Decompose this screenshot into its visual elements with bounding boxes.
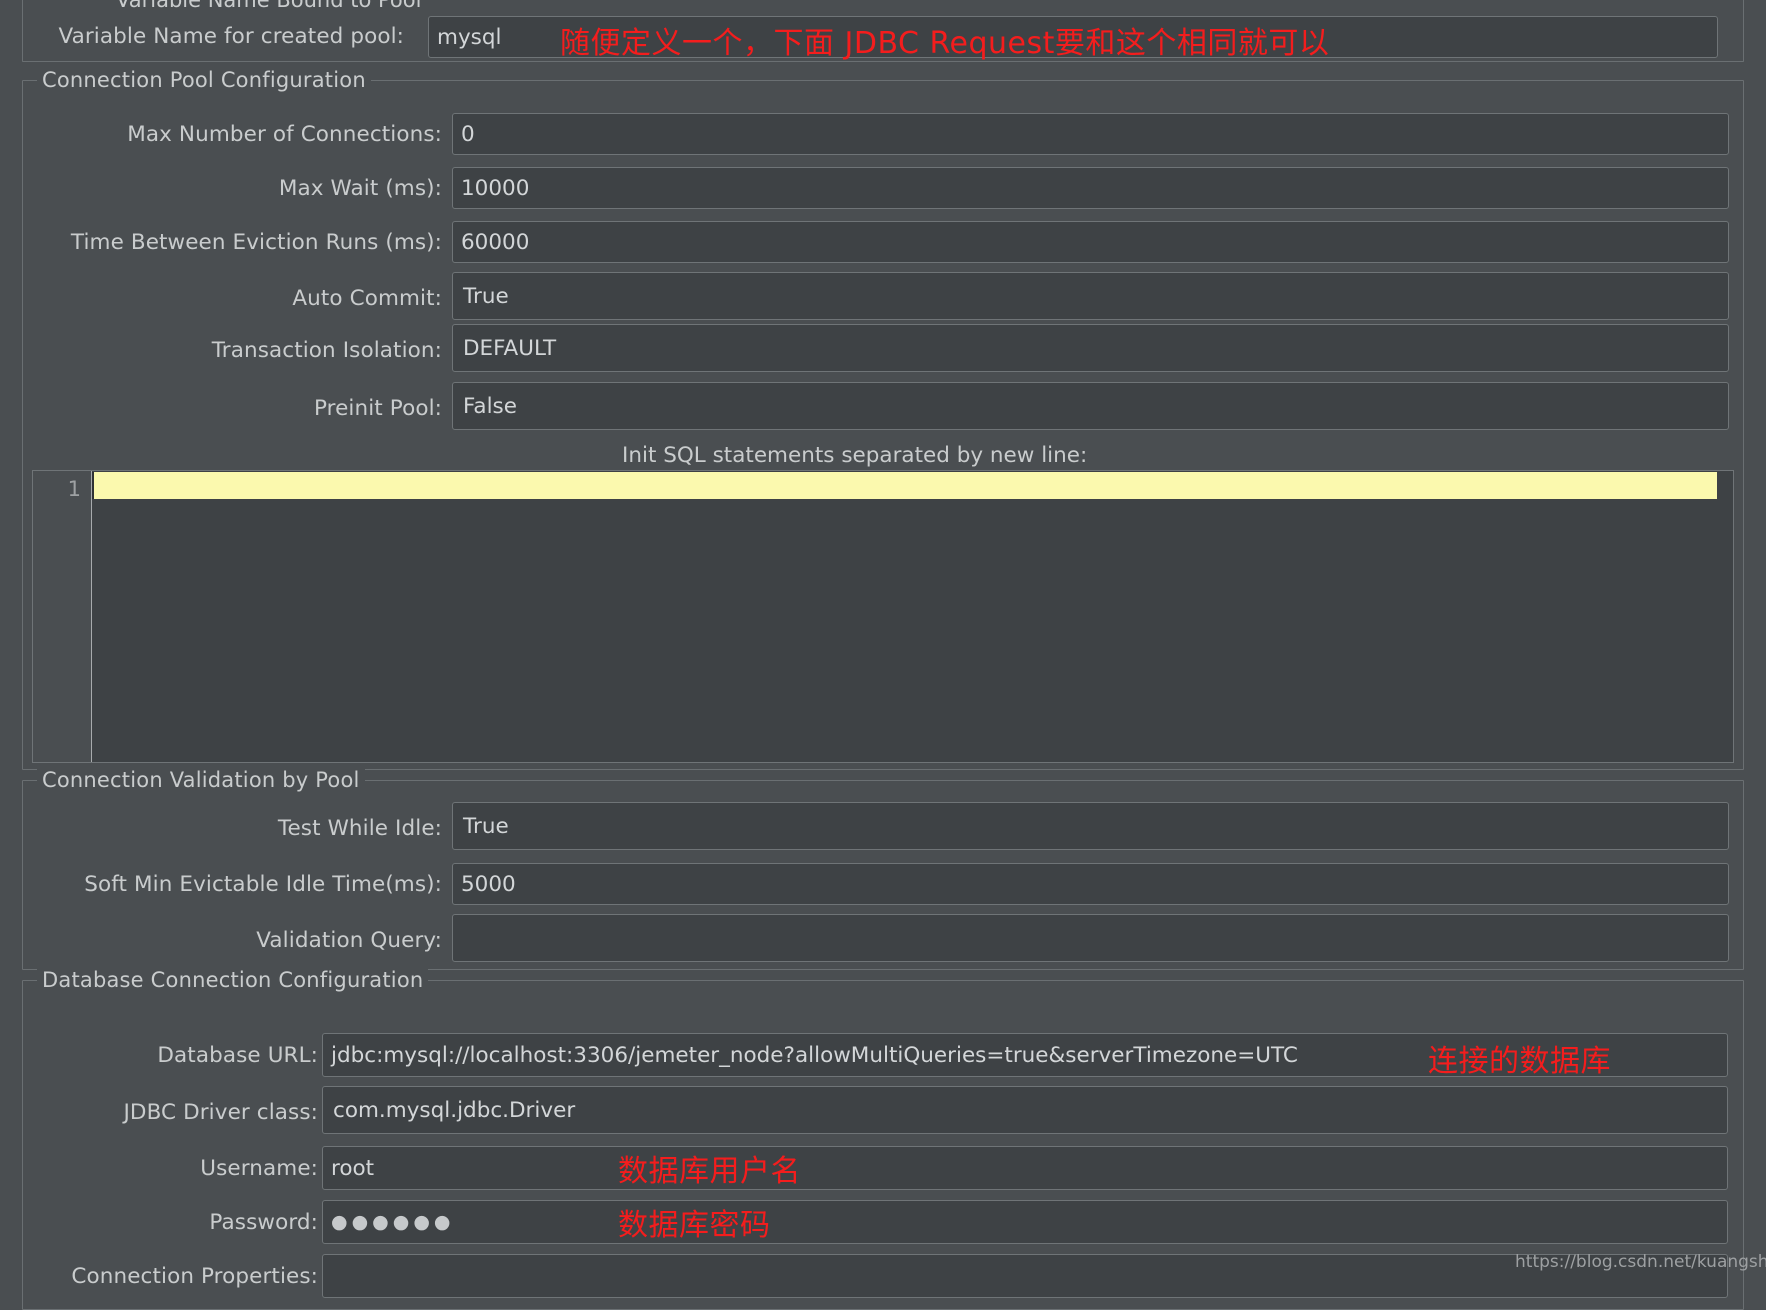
preinit-pool-label: Preinit Pool: [313, 396, 442, 421]
preinit-pool-select[interactable]: False [452, 382, 1729, 430]
watermark: https://blog.csdn.net/kuangshp128 [1515, 1252, 1766, 1272]
soft-min-evictable-idle-time-input[interactable]: 5000 [452, 863, 1729, 905]
init-sql-gutter: 1 [33, 471, 92, 762]
username-input[interactable]: root [322, 1146, 1728, 1190]
transaction-isolation-select[interactable]: DEFAULT [452, 324, 1729, 372]
soft-min-evictable-idle-time-label: Soft Min Evictable Idle Time(ms): [84, 872, 442, 897]
password-label: Password: [209, 1210, 318, 1235]
database-url-annotation: 连接的数据库 [1428, 1044, 1611, 1079]
max-number-of-connections-input[interactable]: 0 [452, 113, 1729, 155]
username-annotation: 数据库用户名 [618, 1154, 801, 1189]
init-sql-line-number: 1 [67, 477, 81, 501]
validation-query-label: Validation Query: [256, 928, 442, 953]
jdbc-driver-class-label: JDBC Driver class: [123, 1100, 318, 1125]
jdbc-driver-class-select[interactable]: com.mysql.jdbc.Driver [322, 1086, 1728, 1134]
max-number-of-connections-label: Max Number of Connections: [127, 122, 442, 147]
time-between-eviction-runs-input[interactable]: 60000 [452, 221, 1729, 263]
auto-commit-label: Auto Commit: [292, 286, 442, 311]
connection-pool-configuration-title: Connection Pool Configuration [37, 68, 371, 92]
validation-query-input[interactable] [452, 914, 1729, 962]
password-input[interactable]: ●●●●●● [322, 1200, 1728, 1244]
time-between-eviction-runs-label: Time Between Eviction Runs (ms): [70, 230, 442, 255]
jdbc-connection-configuration-panel: Variable Name Bound to Pool Variable Nam… [0, 0, 1766, 1310]
variable-name-label: Variable Name for created pool: [58, 24, 404, 49]
username-label: Username: [200, 1156, 318, 1181]
password-mask: ●●●●●● [331, 1211, 455, 1233]
max-wait-input[interactable]: 10000 [452, 167, 1729, 209]
max-wait-label: Max Wait (ms): [278, 176, 442, 201]
init-sql-caret [92, 472, 94, 499]
auto-commit-select[interactable]: True [452, 272, 1729, 320]
connection-validation-by-pool-title: Connection Validation by Pool [37, 768, 365, 792]
test-while-idle-label: Test While Idle: [277, 816, 442, 841]
transaction-isolation-label: Transaction Isolation: [211, 338, 442, 363]
password-annotation: 数据库密码 [618, 1208, 771, 1243]
test-while-idle-select[interactable]: True [452, 802, 1729, 850]
connection-properties-label: Connection Properties: [71, 1264, 318, 1289]
init-sql-editor[interactable]: 1 [32, 470, 1734, 763]
init-sql-current-line-highlight [92, 472, 1717, 499]
database-url-label: Database URL: [157, 1043, 318, 1068]
database-connection-configuration-title: Database Connection Configuration [37, 968, 429, 992]
init-sql-caption: Init SQL statements separated by new lin… [622, 443, 1088, 468]
variable-name-annotation: 随便定义一个，下面 JDBC Request要和这个相同就可以 [560, 26, 1330, 61]
